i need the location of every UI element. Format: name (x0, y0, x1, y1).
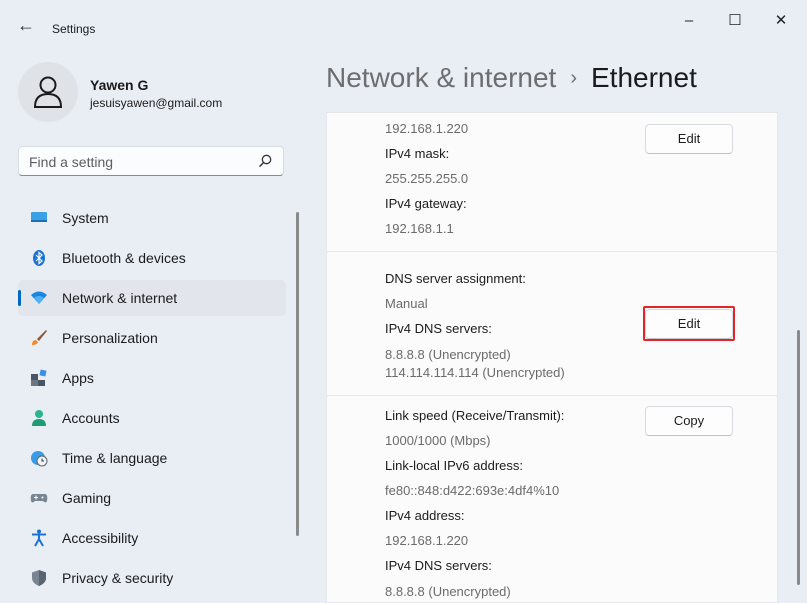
active-indicator (18, 290, 21, 306)
sidebar-item-accessibility[interactable]: Accessibility (18, 520, 286, 556)
search-placeholder: Find a setting (29, 154, 114, 170)
apps-icon (31, 369, 47, 386)
sidebar-item-label: System (62, 210, 109, 226)
ipv4-address-label: IPv4 address: (385, 508, 465, 523)
globe-clock-icon (31, 451, 48, 467)
breadcrumb-parent[interactable]: Network & internet (326, 62, 556, 93)
dns-card: DNS server assignment: Manual IPv4 DNS s… (326, 251, 778, 396)
avatar[interactable] (18, 62, 78, 122)
ipv6-address-label: Link-local IPv6 address: (385, 458, 524, 473)
wifi-icon (31, 291, 47, 304)
sidebar-item-network[interactable]: Network & internet (18, 280, 286, 316)
sidebar-item-apps[interactable]: Apps (18, 360, 286, 396)
properties-card: Link speed (Receive/Transmit): 1000/1000… (326, 395, 778, 603)
ipv6-address-value: fe80::848:d422:693e:4df4%10 (385, 483, 560, 498)
sidebar-item-personalization[interactable]: Personalization (18, 320, 286, 356)
sidebar-item-label: Accessibility (62, 530, 139, 546)
system-icon (31, 212, 47, 222)
sidebar-item-bluetooth[interactable]: Bluetooth & devices (18, 240, 286, 276)
breadcrumb: Network & internet › Ethernet (326, 62, 697, 94)
sidebar-item-label: Personalization (62, 330, 158, 346)
bluetooth-icon (33, 250, 45, 266)
ipv4-address-value: 192.168.1.220 (385, 533, 469, 548)
sidebar-item-label: Network & internet (62, 290, 178, 306)
app-title: Settings (52, 22, 96, 36)
content-scrollbar[interactable] (797, 330, 800, 585)
brush-icon (32, 330, 47, 345)
search-icon[interactable] (257, 153, 273, 169)
dns-assignment-label: DNS server assignment: (385, 271, 526, 286)
minimize-button[interactable]: – (666, 6, 712, 36)
sidebar-scrollbar[interactable] (296, 212, 299, 536)
sidebar-item-system[interactable]: System (18, 200, 286, 236)
sidebar-item-time-language[interactable]: Time & language (18, 440, 286, 476)
sidebar-item-accounts[interactable]: Accounts (18, 400, 286, 436)
sidebar-item-label: Gaming (62, 490, 112, 506)
close-button[interactable]: ✕ (758, 6, 804, 36)
sidebar-item-label: Apps (62, 370, 94, 386)
copy-button[interactable]: Copy (645, 406, 733, 436)
sidebar-item-label: Privacy & security (62, 570, 174, 586)
dns-server-value: 114.114.114.114 (Unencrypted) (385, 365, 565, 380)
ipv4-mask-value: 255.255.255.0 (385, 171, 469, 186)
profile-name: Yawen G (90, 77, 149, 93)
sidebar-item-label: Accounts (62, 410, 120, 426)
user-icon (33, 76, 63, 108)
search-input[interactable]: Find a setting (18, 146, 284, 176)
shield-icon (32, 570, 46, 586)
ip-address-value: 192.168.1.220 (385, 121, 469, 136)
ipv4-gateway-value: 192.168.1.1 (385, 221, 454, 236)
gamepad-icon (30, 494, 48, 503)
person-icon (32, 410, 46, 426)
sidebar-item-label: Bluetooth & devices (62, 250, 186, 266)
sidebar-nav: System Bluetooth & devices Network & int… (18, 200, 286, 600)
sidebar-item-privacy-security[interactable]: Privacy & security (18, 560, 286, 596)
profile-email: jesuisyawen@gmail.com (90, 96, 223, 110)
sidebar-item-gaming[interactable]: Gaming (18, 480, 286, 516)
dns-assignment-value: Manual (385, 296, 428, 311)
chevron-right-icon: › (570, 67, 577, 89)
dns-server-value: 8.8.8.8 (Unencrypted) (385, 347, 511, 362)
sidebar-item-label: Time & language (62, 450, 168, 466)
link-speed-value: 1000/1000 (Mbps) (385, 433, 491, 448)
highlight-box (643, 306, 735, 341)
link-speed-label: Link speed (Receive/Transmit): (385, 408, 565, 423)
ipv4-mask-label: IPv4 mask: (385, 146, 450, 161)
ip-assignment-card: 192.168.1.220 IPv4 mask: 255.255.255.0 I… (326, 112, 778, 252)
ipv4-gateway-label: IPv4 gateway: (385, 196, 467, 211)
back-arrow-icon[interactable]: ← (14, 14, 38, 38)
ipv4-dns-servers-label: IPv4 DNS servers: (385, 321, 492, 336)
title-bar: ← Settings – ☐ ✕ (0, 0, 807, 44)
accessibility-icon (32, 529, 46, 547)
ipv4-dns-value: 8.8.8.8 (Unencrypted) (385, 584, 511, 599)
ip-edit-button[interactable]: Edit (645, 124, 733, 154)
page-title: Ethernet (591, 62, 697, 93)
maximize-button[interactable]: ☐ (712, 6, 758, 36)
ipv4-dns-label: IPv4 DNS servers: (385, 558, 492, 573)
